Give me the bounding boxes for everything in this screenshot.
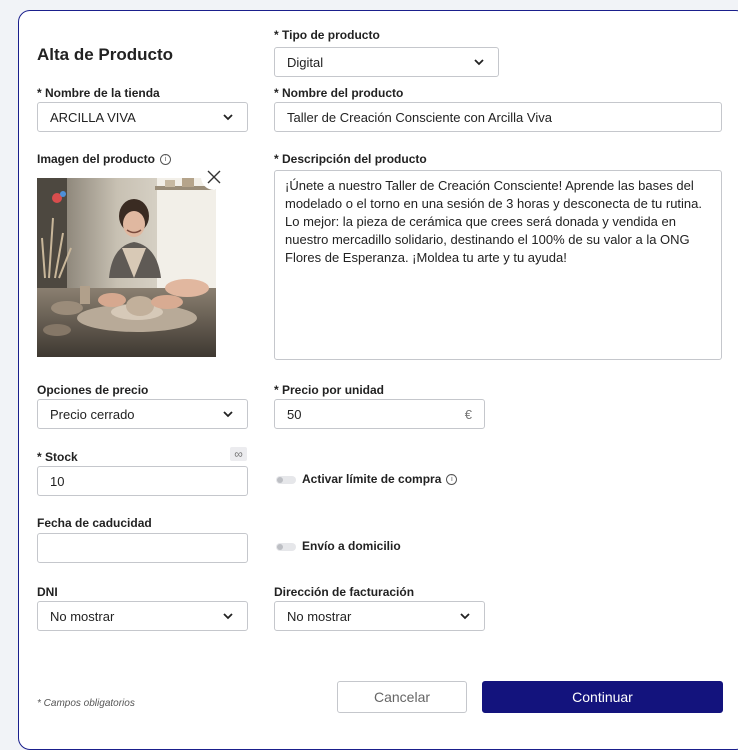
product-type-value: Digital — [287, 54, 324, 70]
billing-address-label: Dirección de facturación — [274, 585, 415, 599]
continue-button[interactable]: Continuar — [482, 681, 723, 713]
unlimited-stock-toggle[interactable]: ∞ — [230, 447, 247, 461]
info-icon[interactable]: i — [160, 154, 172, 166]
price-options-value: Precio cerrado — [50, 406, 135, 422]
product-type-label: * Tipo de producto — [274, 28, 380, 42]
expiry-date-label: Fecha de caducidad — [37, 516, 152, 530]
unit-price-value: 50 — [287, 406, 302, 422]
purchase-limit-label-text: Activar límite de compra — [302, 472, 442, 486]
chevron-down-icon — [223, 411, 233, 418]
currency-symbol: € — [464, 406, 472, 422]
pottery-workshop-image — [37, 178, 216, 357]
expiry-date-input[interactable] — [37, 533, 248, 563]
store-name-select[interactable]: ARCILLA VIVA — [37, 102, 248, 132]
purchase-limit-toggle[interactable] — [276, 476, 296, 484]
store-name-label: * Nombre de la tienda — [37, 86, 160, 100]
product-image-label-text: Imagen del producto — [37, 152, 156, 166]
cancel-button[interactable]: Cancelar — [337, 681, 467, 713]
stock-value: 10 — [50, 473, 65, 489]
home-delivery-label: Envío a domicilio — [302, 539, 401, 553]
home-delivery-toggle[interactable] — [276, 543, 296, 551]
close-icon — [207, 170, 221, 184]
remove-image-button[interactable] — [201, 164, 227, 190]
description-textarea[interactable]: ¡Únete a nuestro Taller de Creación Cons… — [274, 170, 722, 360]
chevron-down-icon — [223, 613, 233, 620]
product-image-preview[interactable] — [37, 178, 216, 357]
product-name-input[interactable]: Taller de Creación Consciente con Arcill… — [274, 102, 722, 132]
price-options-select[interactable]: Precio cerrado — [37, 399, 248, 429]
required-fields-note: * Campos obligatorios — [37, 698, 135, 709]
stock-label: * Stock — [37, 450, 78, 464]
description-label: * Descripción del producto — [274, 152, 427, 166]
page-title: Alta de Producto — [37, 45, 174, 64]
store-name-value: ARCILLA VIVA — [50, 109, 136, 125]
dni-label: DNI — [37, 585, 58, 599]
unit-price-input[interactable]: 50 € — [274, 399, 485, 429]
chevron-down-icon — [223, 114, 233, 121]
billing-address-value: No mostrar — [287, 608, 352, 624]
chevron-down-icon — [460, 613, 470, 620]
stock-input[interactable]: 10 — [37, 466, 248, 496]
unit-price-label: * Precio por unidad — [274, 383, 385, 397]
dni-value: No mostrar — [50, 608, 115, 624]
product-image-label: Imagen del producto i — [37, 152, 172, 166]
product-name-value: Taller de Creación Consciente con Arcill… — [287, 109, 552, 125]
price-options-label: Opciones de precio — [37, 383, 149, 397]
product-type-select[interactable]: Digital — [274, 47, 499, 77]
billing-address-select[interactable]: No mostrar — [274, 601, 485, 631]
chevron-down-icon — [474, 59, 484, 66]
info-icon[interactable]: i — [446, 474, 458, 486]
product-name-label: * Nombre del producto — [274, 86, 404, 100]
dni-select[interactable]: No mostrar — [37, 601, 248, 631]
purchase-limit-label: Activar límite de compra i — [302, 472, 458, 486]
